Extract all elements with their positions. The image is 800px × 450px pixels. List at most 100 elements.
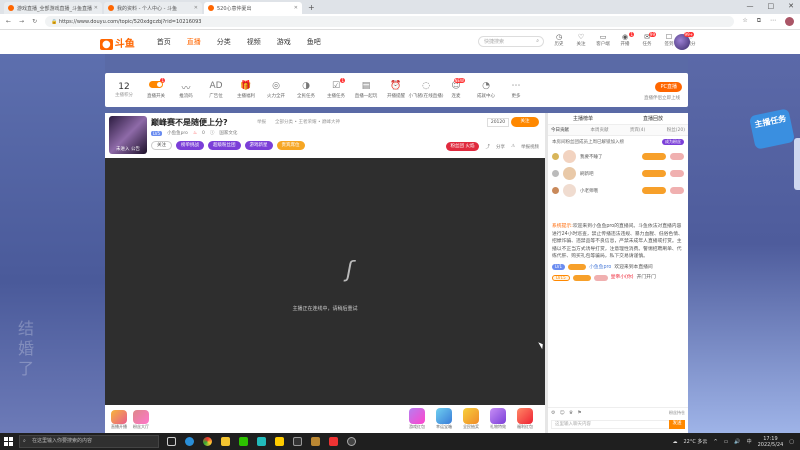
profile-avatar[interactable]	[785, 17, 794, 26]
notification-icon[interactable]: ▢	[789, 439, 794, 445]
settings-icon[interactable]: ⚙	[551, 410, 555, 416]
subtab-vip[interactable]: 贵宾(4)	[630, 127, 645, 133]
task-view-icon[interactable]	[167, 437, 176, 446]
toggle-switch[interactable]	[149, 81, 163, 88]
fan-badge[interactable]: 粉丝团 火焰	[445, 142, 480, 151]
tray-up-icon[interactable]: ^	[713, 439, 717, 445]
url-field[interactable]: 🔒 https://www.douyu.com/topic/520xdgczbj…	[45, 16, 735, 27]
gift-item[interactable]: 全民抽奖	[463, 408, 479, 430]
nav-category[interactable]: 分类	[217, 37, 231, 47]
close-icon[interactable]: ✕	[194, 5, 198, 11]
toolbar-piggy[interactable]: ◌ 小飞猪(在线直播)	[409, 81, 444, 99]
pc-live-button[interactable]: PC直播	[655, 82, 682, 92]
chat-username[interactable]: 皇帝小(你)	[611, 274, 634, 282]
toolbar-more[interactable]: ⋯ 更多	[503, 81, 529, 99]
rank-box[interactable]: 20120	[487, 118, 509, 127]
trophy-icon[interactable]: ♛	[569, 410, 573, 416]
gift-item[interactable]: 礼物特效	[490, 408, 506, 430]
collections-icon[interactable]: ⧉	[757, 17, 761, 26]
taskbar-search[interactable]: 在这里输入你要搜索的内容	[19, 435, 159, 448]
report-video-label[interactable]: 举报视频	[521, 144, 539, 150]
weather-text[interactable]: 22°C 多云	[683, 438, 707, 445]
obs-icon[interactable]	[347, 437, 356, 446]
toolbar-stream-key[interactable]: 〰推流码	[173, 81, 199, 99]
edge-icon[interactable]	[185, 437, 194, 446]
nav-home[interactable]: 首页	[157, 37, 171, 47]
maximize-button[interactable]: □	[768, 2, 775, 10]
volume-icon[interactable]: 🔊	[734, 439, 740, 445]
toolbar-mic-link[interactable]: NEW ☺ 连麦	[443, 78, 469, 99]
app-icon[interactable]	[311, 437, 320, 446]
flag-icon[interactable]: ⚑	[577, 410, 581, 416]
share-label[interactable]: 分享	[496, 144, 505, 150]
subtab-fans[interactable]: 粉丝(20)	[667, 127, 685, 133]
follow-button[interactable]: ♡ 关注	[574, 33, 588, 47]
browser-tab[interactable]: 游戏直播_全部游戏直播_斗鱼直播 ✕	[4, 2, 102, 14]
close-icon[interactable]: ✕	[294, 5, 298, 11]
close-window-button[interactable]: ✕	[788, 2, 794, 10]
reload-icon[interactable]: ↻	[32, 18, 37, 25]
app-icon[interactable]	[257, 437, 266, 446]
search-input[interactable]: 快捷搜索 ⌕	[478, 36, 544, 47]
join-fan-button[interactable]: 成为粉丝	[662, 139, 684, 145]
app-icon[interactable]	[275, 437, 284, 446]
nav-game[interactable]: 游戏	[277, 37, 291, 47]
gift-item[interactable]: 直播开播	[111, 410, 127, 430]
subtab-today[interactable]: 今日贡献	[551, 127, 569, 133]
folder-icon[interactable]	[221, 437, 230, 446]
browser-tab-active[interactable]: 520心意仲夏出 ✕	[204, 2, 302, 14]
client-button[interactable]: ▭ 客户端	[596, 33, 610, 47]
toolbar-live-reminder[interactable]: ⏰ 开播提醒	[383, 81, 409, 99]
guard-row[interactable]: 刷新吧	[548, 165, 688, 182]
toolbar-welfare[interactable]: 🎁 主播福利	[233, 81, 259, 99]
minimize-button[interactable]: —	[747, 2, 754, 10]
nav-video[interactable]: 视频	[247, 37, 261, 47]
guard-row[interactable]: 小老师哦	[548, 182, 688, 199]
fan-holding-link[interactable]: 粉丝持仓	[669, 410, 685, 416]
star-icon[interactable]: ☆	[742, 17, 747, 26]
start-live-button[interactable]: 1 ◉ 开播	[618, 32, 634, 47]
nav-live[interactable]: 直播	[187, 37, 201, 47]
history-button[interactable]: ◷ 历史	[552, 33, 566, 47]
toolbar-anchor-tasks[interactable]: 1 ☑ 主播任务	[323, 78, 349, 99]
forward-icon[interactable]: →	[19, 18, 24, 25]
app-icon[interactable]	[293, 437, 302, 446]
report-link[interactable]: 举报	[257, 119, 266, 125]
anchor-avatar[interactable]: 未进入 公告	[109, 116, 147, 154]
tab-replay[interactable]: 直播回放	[643, 115, 663, 122]
tag-fan-group[interactable]: 超级粉丝团	[208, 141, 241, 150]
toolbar-live-switch[interactable]: 1 直播开关	[143, 78, 169, 99]
clock[interactable]: 17:19 2022/5/24	[758, 436, 784, 448]
gift-item[interactable]: 福利红包	[517, 408, 533, 430]
browser-tab[interactable]: 我的资料 - 个人中心 - 斗鱼 ✕	[104, 2, 202, 14]
douyu-logo[interactable]: ● 斗鱼	[100, 35, 135, 50]
ime-indicator[interactable]: 中	[747, 438, 752, 445]
chat-input[interactable]: 这里输入聊天内容 发送	[551, 420, 685, 429]
chat-username[interactable]: 小鱼鱼pro	[589, 264, 611, 272]
close-icon[interactable]: ✕	[94, 5, 98, 11]
tag-challenge[interactable]: 榜单挑战	[176, 141, 204, 150]
anchor-points[interactable]: 12 主播积分	[113, 82, 135, 98]
emoji-icon[interactable]: ☺	[559, 410, 564, 416]
tab-ranking[interactable]: 主播榜单	[573, 115, 593, 122]
app-icon[interactable]	[329, 437, 338, 446]
wechat-icon[interactable]	[239, 437, 248, 446]
share-icon[interactable]: ⤴	[485, 144, 490, 150]
guard-row[interactable]: 我要不睡了	[548, 148, 688, 165]
gift-item[interactable]: 幸运宝箱	[436, 408, 452, 430]
extensions-icon[interactable]: ⋯	[770, 17, 776, 26]
new-tab-button[interactable]: +	[308, 2, 315, 14]
tasks-button[interactable]: 99 ✉ 任务	[640, 32, 656, 47]
anchor-name[interactable]: 小鱼鱼pro	[167, 130, 188, 136]
search-icon[interactable]: ⌕	[536, 38, 539, 44]
tag-new-star[interactable]: 游戏新星	[244, 141, 273, 150]
windows-start-icon[interactable]	[4, 437, 13, 446]
chrome-icon[interactable]	[203, 437, 212, 446]
side-drawer-handle[interactable]	[794, 138, 800, 190]
user-avatar[interactable]: 99+	[674, 32, 694, 50]
gift-item[interactable]: 粉丝大厅	[133, 410, 149, 430]
breadcrumb[interactable]: 全部分类 • 王者荣耀 • 巅峰大神	[275, 119, 340, 125]
toolbar-ad-slot[interactable]: AD 广告位	[203, 81, 229, 99]
report-icon[interactable]: ⚠	[511, 144, 515, 149]
toolbar-play-together[interactable]: ▤ 直播一起玩	[353, 81, 379, 99]
